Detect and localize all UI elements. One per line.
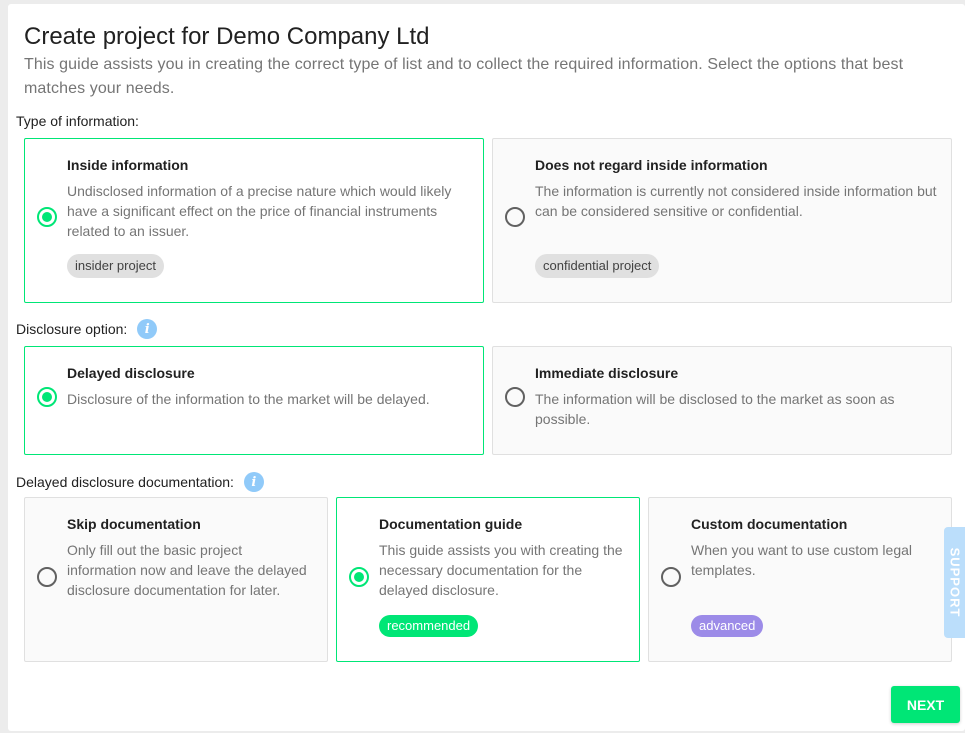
option-description: Only fill out the basic project informat… [67, 542, 307, 598]
radio-documentation-guide[interactable] [349, 567, 369, 587]
option-delayed-disclosure[interactable]: Delayed disclosure Disclosure of the inf… [24, 346, 484, 455]
support-tab-label: SUPPORT [947, 547, 962, 618]
option-documentation-guide[interactable]: Documentation guide This guide assists y… [336, 497, 640, 662]
option-title: Does not regard inside information [535, 157, 768, 173]
option-description: When you want to use custom legal templa… [691, 542, 913, 578]
advanced-chip: advanced [691, 615, 764, 637]
disclosure-option-label: Disclosure option: i [16, 319, 158, 339]
option-description: Undisclosed information of a precise nat… [67, 183, 452, 239]
radio-not-inside-information[interactable] [505, 207, 525, 227]
option-description: This guide assists you with creating the… [379, 542, 623, 598]
radio-delayed-disclosure[interactable] [37, 387, 57, 407]
support-tab[interactable]: SUPPORT [944, 527, 965, 638]
option-skip-documentation[interactable]: Skip documentation Only fill out the bas… [24, 497, 328, 662]
option-description: The information will be disclosed to the… [535, 391, 895, 427]
option-title: Documentation guide [379, 516, 523, 532]
option-title: Delayed disclosure [67, 365, 195, 381]
option-title: Inside information [67, 157, 189, 173]
option-title: Immediate disclosure [535, 365, 679, 381]
info-icon[interactable]: i [137, 319, 158, 339]
info-icon[interactable]: i [243, 472, 264, 492]
confidential-project-chip: confidential project [535, 254, 660, 278]
radio-inside-information[interactable] [37, 207, 57, 227]
documentation-label: Delayed disclosure documentation: i [16, 472, 264, 492]
option-not-inside-information[interactable]: Does not regard inside information The i… [492, 138, 952, 303]
documentation-section-label-text: Delayed disclosure documentation: [16, 474, 234, 490]
option-description: The information is currently not conside… [535, 183, 937, 219]
option-immediate-disclosure[interactable]: Immediate disclosure The information wil… [492, 346, 952, 455]
option-description: Disclosure of the information to the mar… [67, 391, 430, 407]
radio-immediate-disclosure[interactable] [505, 387, 525, 407]
page-title: Create project for Demo Company Ltd [24, 23, 430, 50]
radio-custom-documentation[interactable] [661, 567, 681, 587]
insider-project-chip: insider project [67, 254, 164, 278]
option-title: Custom documentation [691, 516, 848, 532]
next-button[interactable]: NEXT [891, 686, 960, 723]
disclosure-section-label-text: Disclosure option: [16, 321, 128, 337]
option-title: Skip documentation [67, 516, 201, 532]
option-custom-documentation[interactable]: Custom documentation When you want to us… [648, 497, 952, 662]
recommended-chip: recommended [379, 615, 479, 637]
radio-skip-documentation[interactable] [37, 567, 57, 587]
option-inside-information[interactable]: Inside information Undisclosed informati… [24, 138, 484, 303]
type-section-label-text: Type of information: [16, 113, 139, 129]
type-of-information-label: Type of information: [16, 113, 139, 129]
page-subtitle: This guide assists you in creating the c… [24, 56, 904, 97]
